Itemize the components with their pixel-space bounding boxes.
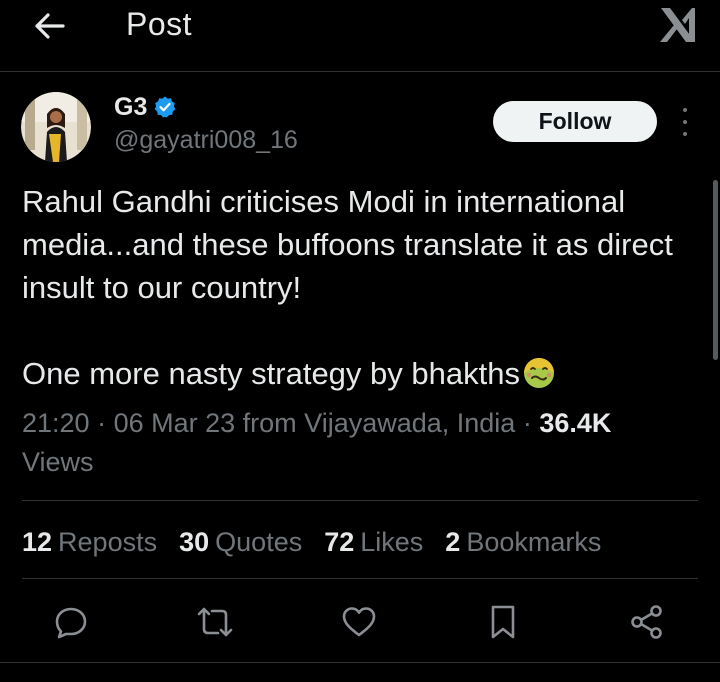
more-options-button[interactable] (672, 108, 698, 136)
verified-badge-icon (153, 95, 177, 119)
stat-reposts[interactable]: 12 Reposts (22, 527, 157, 558)
author-name[interactable]: G3 (114, 93, 147, 122)
reply-button[interactable] (51, 600, 91, 644)
bookmark-icon (491, 605, 515, 639)
share-icon (631, 605, 662, 639)
tweet-paragraph-2: One more nasty strategy by bhakths (22, 352, 698, 395)
tweet-text: Rahul Gandhi criticises Modi in internat… (22, 180, 698, 395)
back-button[interactable] (30, 8, 70, 44)
stat-count: 30 (179, 526, 210, 557)
stat-count: 2 (445, 526, 461, 557)
x-logo-icon[interactable] (658, 6, 698, 44)
stat-bookmarks[interactable]: 2 Bookmarks (445, 527, 601, 558)
scrollbar[interactable] (713, 180, 718, 360)
stat-likes[interactable]: 72 Likes (324, 527, 423, 558)
tweet-date[interactable]: 06 Mar 23 (114, 408, 236, 438)
page-title: Post (126, 6, 193, 42)
like-icon (342, 607, 376, 637)
stat-quotes[interactable]: 30 Quotes (179, 527, 302, 558)
reply-icon (55, 607, 87, 639)
nauseated-face-emoji-icon (522, 356, 556, 390)
author-handle[interactable]: @gayatri008_16 (114, 126, 298, 155)
action-bar (0, 600, 720, 644)
tweet-location: from Vijayawada, India (242, 408, 516, 438)
repost-icon (197, 607, 233, 637)
more-dot (683, 120, 687, 124)
divider (22, 500, 698, 501)
meta-separator: · (89, 408, 114, 438)
stat-label: Quotes (215, 526, 303, 557)
bookmark-button[interactable] (483, 600, 523, 644)
bottom-divider (0, 662, 720, 663)
divider (22, 578, 698, 579)
stat-count: 72 (324, 526, 355, 557)
more-dot (683, 108, 687, 112)
tweet-meta: 21:20 · 06 Mar 23 from Vijayawada, India… (22, 404, 702, 482)
follow-button[interactable]: Follow (493, 101, 657, 142)
stat-label: Likes (360, 526, 424, 557)
tweet-paragraph-1: Rahul Gandhi criticises Modi in internat… (22, 184, 673, 305)
engagement-stats: 12 Reposts 30 Quotes 72 Likes 2 Bookmarks (22, 520, 623, 564)
stat-label: Reposts (58, 526, 158, 557)
stat-count: 12 (22, 526, 53, 557)
top-bar: Post (0, 0, 720, 72)
more-dot (683, 132, 687, 136)
repost-button[interactable] (195, 600, 235, 644)
tweet-time[interactable]: 21:20 (22, 408, 90, 438)
like-button[interactable] (339, 600, 379, 644)
views-count: 36.4K (539, 408, 612, 438)
author-name-row: G3 (114, 92, 177, 122)
meta-separator: · (515, 408, 540, 438)
stat-label: Bookmarks (466, 526, 602, 557)
author-row: G3 @gayatri008_16 Follow (0, 72, 720, 172)
tweet-paragraph-2-text: One more nasty strategy by bhakths (22, 356, 520, 391)
avatar[interactable] (21, 92, 91, 162)
share-button[interactable] (627, 600, 667, 644)
arrow-left-icon (35, 13, 65, 39)
views-label: Views (22, 447, 94, 477)
